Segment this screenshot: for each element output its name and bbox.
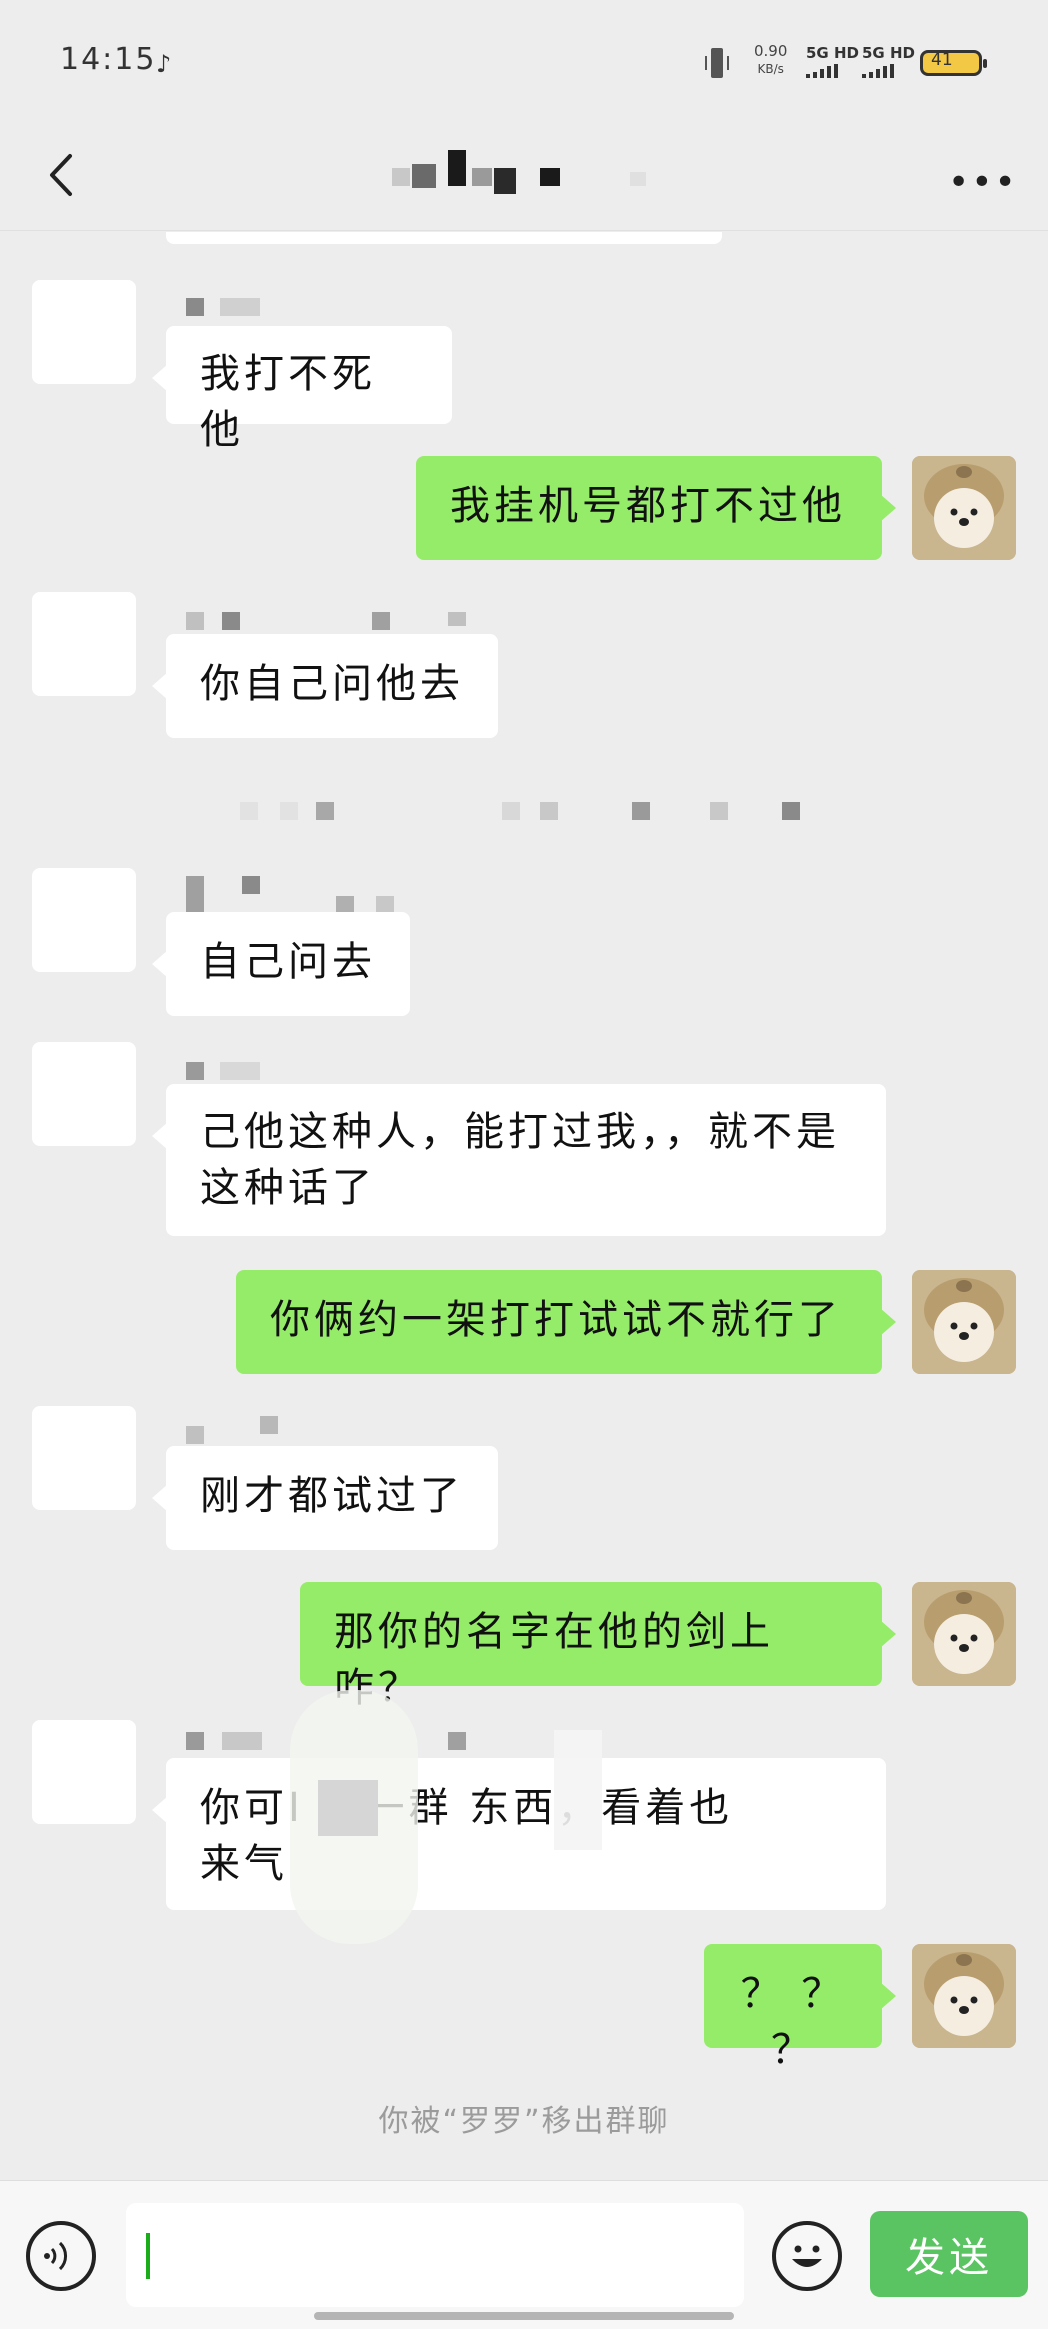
status-bar: 14:15 ♪ 0.90 KB/s 5G HD 5G HD 41: [0, 0, 1048, 120]
avatar[interactable]: [32, 1406, 136, 1510]
signal-2-label: 5G HD: [862, 44, 915, 62]
dog-avatar-icon: [912, 456, 1016, 560]
message-bubble[interactable]: 你可I ，一群 东西，看着也 来气: [152, 1758, 886, 1910]
dog-avatar-icon: [912, 1944, 1016, 2048]
more-dots-icon[interactable]: •••: [948, 162, 1018, 203]
system-message: 你被“罗罗”移出群聊: [378, 2104, 670, 2139]
message-input[interactable]: [126, 2203, 744, 2307]
chat-title-redacted: [390, 146, 680, 196]
message-bubble[interactable]: 我打不死他: [152, 326, 452, 453]
emoji-icon[interactable]: [772, 2221, 842, 2291]
signal-1-bars-icon: [806, 64, 859, 78]
message-text: 我打不死他: [200, 351, 376, 453]
avatar[interactable]: [32, 280, 136, 384]
avatar[interactable]: [32, 1720, 136, 1824]
sender-name-redacted: [186, 296, 296, 322]
message-text: 刚才都试过了: [200, 1473, 464, 1519]
message-bubble[interactable]: 自己问去: [152, 912, 410, 1016]
signal-2-bars-icon: [862, 64, 915, 78]
message-bubble-self[interactable]: 那你的名字在他的剑上咋？: [300, 1582, 896, 1711]
net-speed-unit: KB/s: [757, 62, 784, 76]
message-text: 我挂机号都打不过他: [450, 483, 846, 529]
message-text: ？ ？ ？: [740, 1971, 846, 2073]
battery-icon: 41: [920, 50, 987, 76]
message-bubble[interactable]: 你自己问他去: [152, 634, 498, 738]
message-bubble-self[interactable]: 我挂机号都打不过他: [416, 456, 896, 560]
message-bubble[interactable]: 己他这种人，能打过我，，就不是 这种话了: [152, 1084, 886, 1236]
net-speed-value: 0.90: [754, 42, 788, 60]
avatar[interactable]: [32, 1042, 136, 1146]
battery-level: 41: [931, 50, 953, 70]
avatar[interactable]: [32, 592, 136, 696]
signal-2: 5G HD: [862, 44, 915, 78]
avatar[interactable]: [32, 868, 136, 972]
message-text: 你自己问他去: [200, 661, 464, 707]
message-bubble-self[interactable]: 你俩约一架打打试试不就行了: [236, 1270, 896, 1374]
message-text-line-1: 己他这种人，能打过我，，就不是: [200, 1109, 840, 1155]
sender-name-redacted: [186, 1416, 296, 1444]
sender-name-redacted: [186, 876, 446, 914]
status-time: 14:15: [60, 42, 157, 77]
redaction-block: [554, 1730, 602, 1850]
input-bar: 发送: [0, 2180, 1048, 2329]
tiktok-icon: ♪: [156, 50, 172, 78]
voice-icon[interactable]: [26, 2221, 96, 2291]
dog-avatar-icon: [912, 1582, 1016, 1686]
vibrate-icon: [705, 48, 729, 78]
sender-name-redacted: [186, 1060, 296, 1086]
previous-bubble-edge: [166, 232, 722, 244]
self-avatar[interactable]: [912, 1944, 1016, 2048]
message-text-line-2: 这种话了: [200, 1165, 376, 1211]
signal-1-label: 5G HD: [806, 44, 859, 62]
back-arrow-icon[interactable]: [42, 150, 82, 200]
net-speed: 0.90 KB/s: [754, 42, 787, 78]
self-avatar[interactable]: [912, 1582, 1016, 1686]
redaction-block: [318, 1780, 378, 1836]
message-text: 那你的名字在他的剑上咋？: [334, 1609, 774, 1711]
message-text: 自己问去: [200, 939, 376, 985]
text-cursor: [146, 2233, 150, 2279]
home-indicator[interactable]: [314, 2312, 734, 2320]
self-avatar[interactable]: [912, 1270, 1016, 1374]
send-button[interactable]: 发送: [870, 2211, 1028, 2297]
redacted-system-line: [240, 800, 840, 824]
sender-name-redacted: [186, 610, 476, 636]
message-bubble-self[interactable]: ？ ？ ？: [704, 1944, 896, 2073]
message-text: 你俩约一架打打试试不就行了: [270, 1297, 842, 1343]
message-bubble[interactable]: 刚才都试过了: [152, 1446, 498, 1550]
self-avatar[interactable]: [912, 456, 1016, 560]
signal-1: 5G HD: [806, 44, 859, 78]
dog-avatar-icon: [912, 1270, 1016, 1374]
